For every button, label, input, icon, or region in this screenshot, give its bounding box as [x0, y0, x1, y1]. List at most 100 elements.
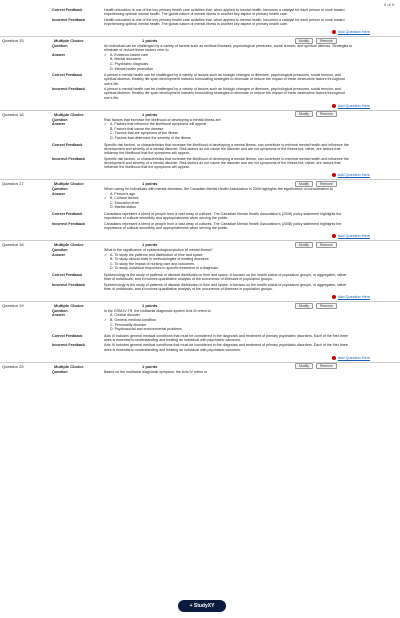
option-letter: D.: [110, 205, 114, 210]
option-text: Marital status: [114, 205, 136, 210]
remove-button[interactable]: Remove: [316, 363, 337, 370]
correct-feedback: Correct Feedback Axis III includes genera…: [0, 334, 400, 343]
feedback-label: Incorrect Feedback: [52, 156, 85, 161]
add-question-label[interactable]: Add Question Here: [338, 30, 370, 34]
feedback-label: Correct Feedback: [52, 8, 83, 12]
incorrect-feedback: Incorrect Feedback Canadians represent a …: [0, 222, 400, 231]
incorrect-feedback: Incorrect Feedback Specific risk factors,…: [0, 157, 400, 170]
add-question-link[interactable]: Add Question Here: [0, 233, 400, 239]
answer-row: Answer ✓ A. Evidence-based care B. Mental d…: [0, 53, 400, 71]
feedback-label: Correct Feedback: [52, 333, 83, 338]
feedback-text: Axis III includes general medical condit…: [104, 333, 348, 343]
feedback-text: Specific risk factors, or characteristic…: [104, 156, 349, 170]
question-label: Question: [52, 44, 68, 49]
option-letter: D.: [110, 136, 114, 141]
answer-options: A. Clinical disorder ✓ B. General medical …: [104, 313, 182, 331]
add-question-link[interactable]: Add Question Here: [0, 103, 400, 109]
add-icon: [331, 355, 336, 360]
question-header: Question 18 Multiple Choice 1 points Modify…: [0, 240, 400, 248]
question-block: Question 16 Multiple Choice 1 points Modify…: [0, 109, 400, 178]
add-question-label[interactable]: Add Question Here: [338, 234, 370, 238]
option-text: To study individual responses to specifi…: [114, 266, 218, 271]
add-question-label[interactable]: Add Question Here: [338, 173, 370, 177]
modify-button[interactable]: Modify: [295, 180, 313, 187]
question-number: Question 16: [2, 111, 24, 117]
answer-label: Answer: [52, 252, 65, 257]
add-icon: [331, 103, 336, 108]
question-points: 1 points: [142, 303, 158, 309]
question-number: Question 19: [2, 303, 24, 309]
incorrect-feedback: Incorrect Feedback Axis III includes gene…: [0, 343, 400, 352]
feedback-label: Correct Feedback: [52, 73, 83, 78]
add-icon: [331, 173, 336, 178]
correct-feedback: Correct Feedback Specific risk factors, o…: [0, 143, 400, 156]
question-type: Multiple Choice: [54, 111, 84, 117]
modify-button[interactable]: Modify: [295, 111, 313, 118]
modify-button[interactable]: Modify: [295, 37, 313, 44]
remove-button[interactable]: Remove: [316, 111, 337, 118]
feedback-label: Incorrect Feedback: [52, 282, 85, 287]
feedback-label: Incorrect Feedback: [52, 17, 85, 22]
option-text: Psychosocial and environmental problems: [114, 327, 182, 332]
feedback-label: Correct Feedback: [52, 142, 83, 147]
add-question-label[interactable]: Add Question Here: [338, 295, 370, 299]
answer-options: ✓ A. To study the patterns and distributi…: [104, 253, 218, 271]
question-number: Question 18: [2, 242, 24, 248]
correct-feedback: Correct Feedback A person's mental health…: [0, 73, 400, 86]
add-icon: [331, 295, 336, 300]
question-text: When caring for individuals with mental …: [104, 187, 333, 192]
add-question-link[interactable]: Add Question Here: [0, 29, 400, 35]
option-letter: D.: [110, 266, 114, 271]
option-letter: D.: [110, 66, 114, 71]
answer-row: Answer ✓ A. Factors that influence the lik…: [0, 122, 400, 140]
question-header: Question 17 Multiple Choice 1 points Modify…: [0, 179, 400, 187]
incorrect-feedback: Incorrect Feedback A person's mental heal…: [0, 87, 400, 100]
modify-button[interactable]: Modify: [295, 363, 313, 370]
question-label: Question: [52, 369, 68, 374]
add-question-label[interactable]: Add Question Here: [338, 356, 370, 360]
remove-button[interactable]: Remove: [316, 37, 337, 44]
feedback-text: Specific risk factors, or characteristic…: [104, 142, 349, 156]
studyx-badge: + StudyXY: [178, 600, 226, 612]
feedback-text: Canadians represent a blend of people fr…: [104, 212, 342, 221]
answer-row: Answer ✓ A. To study the patterns and dist…: [0, 253, 400, 271]
add-question-link[interactable]: Add Question Here: [0, 172, 400, 178]
question-text-row: Question An individual can be challenged …: [0, 44, 400, 53]
add-question-link[interactable]: Add Question Here: [0, 294, 400, 300]
question-block: Question 15 Multiple Choice 1 points Modify…: [0, 36, 400, 109]
question-type: Multiple Choice: [54, 242, 84, 248]
question-text: An individual can be challenged by a var…: [104, 44, 353, 53]
question-points: 1 points: [142, 111, 158, 117]
question-header: Question 19 Multiple Choice 1 points Modify…: [0, 301, 400, 309]
question-points: 1 points: [142, 363, 158, 369]
feedback-label: Incorrect Feedback: [52, 221, 85, 226]
answer-option: D. Marital status: [104, 205, 139, 210]
option-text: Mental health promotion: [114, 66, 154, 71]
modify-button[interactable]: Modify: [295, 241, 313, 248]
answer-option: D. Factors that determine the severity o…: [104, 136, 206, 141]
remove-button[interactable]: Remove: [316, 241, 337, 248]
feedback-label: Correct Feedback: [52, 272, 83, 277]
question-points: 1 points: [142, 181, 158, 187]
page-number: 5 of 5: [383, 2, 394, 7]
question-block: Question 18 Multiple Choice 1 points Modify…: [0, 240, 400, 300]
remove-button[interactable]: Remove: [316, 302, 337, 309]
modify-button[interactable]: Modify: [295, 302, 313, 309]
feedback-label: Correct Feedback: [52, 212, 83, 217]
question-text-row: Question Based on the multiaxial diagnost…: [0, 370, 400, 374]
question-block: Question 19 Multiple Choice 1 points Modify…: [0, 301, 400, 361]
question-type: Multiple Choice: [54, 38, 84, 44]
feedback-label: Incorrect Feedback: [52, 87, 85, 92]
question-type: Multiple Choice: [54, 181, 84, 187]
add-icon: [331, 234, 336, 239]
add-question-link[interactable]: Add Question Here: [0, 355, 400, 361]
answer-options: ✓ A. Factors that influence the likelihoo…: [104, 122, 206, 140]
question-block: Question 20 Multiple Choice 1 points Modify…: [0, 361, 400, 374]
question-type: Multiple Choice: [54, 303, 84, 309]
add-question-label[interactable]: Add Question Here: [338, 104, 370, 108]
question-points: 1 points: [142, 38, 158, 44]
question-header: Question 15 Multiple Choice 1 points Modify…: [0, 36, 400, 44]
remove-button[interactable]: Remove: [316, 180, 337, 187]
question-header: Question 16 Multiple Choice 1 points Modify…: [0, 109, 400, 118]
question-type: Multiple Choice: [54, 363, 84, 369]
